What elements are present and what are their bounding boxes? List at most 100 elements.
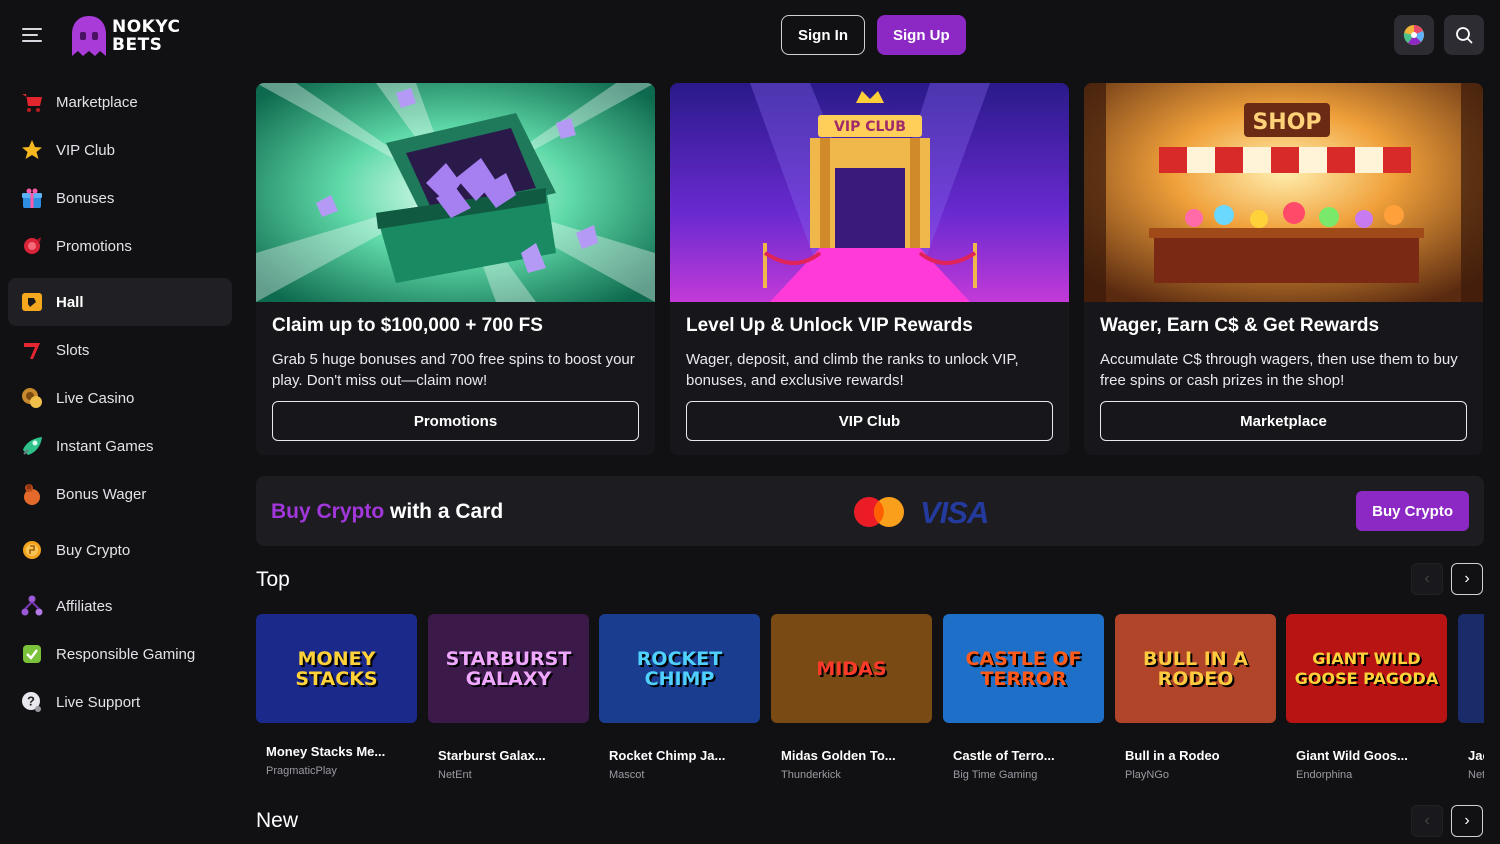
shop-image: SHOP (1084, 83, 1483, 302)
game-thumbnail: CASTLE OF TERROR (943, 614, 1104, 723)
treasure-chest-image (256, 83, 655, 302)
rocket-icon (20, 434, 44, 458)
game-card[interactable]: STARBURST GALAXY Starburst Galax... NetE… (428, 614, 589, 781)
game-thumbnail: BULL IN A RODEO (1115, 614, 1276, 723)
chevron-left-icon: ‹ (1424, 812, 1430, 829)
game-name: Jac (1468, 748, 1484, 763)
game-card[interactable]: CASTLE OF TERROR Castle of Terro... Big … (943, 614, 1104, 781)
sidebar-item-label: Hall (56, 293, 84, 311)
vip-club-image: VIP CLUB (670, 83, 1069, 302)
brand-name: NOKYC BETS (112, 18, 181, 54)
promo-title: Claim up to $100,000 + 700 FS (272, 315, 543, 336)
game-card[interactable]: BULL IN A RODEO Bull in a Rodeo PlayNGo (1115, 614, 1276, 781)
brand-line-2: BETS (112, 35, 163, 55)
top-prev-button[interactable]: ‹ (1411, 563, 1443, 595)
mastercard-icon (854, 497, 904, 527)
sidebar-item-promotions[interactable]: Promotions (8, 222, 232, 270)
svg-text:?: ? (27, 694, 35, 709)
visa-logo: VISA (920, 495, 989, 530)
top-next-button[interactable]: › (1451, 563, 1483, 595)
sidebar-item-label: Responsible Gaming (56, 645, 196, 663)
sidebar-item-label: Marketplace (56, 93, 138, 111)
crypto-coin-icon (20, 538, 44, 562)
sign-in-button[interactable]: Sign In (781, 15, 865, 55)
sidebar-item-label: Bonus Wager (56, 485, 147, 503)
game-name: Bull in a Rodeo (1125, 748, 1220, 763)
chevron-left-icon: ‹ (1424, 570, 1430, 587)
chevron-right-icon: › (1464, 570, 1470, 587)
game-name: Midas Golden To... (781, 748, 896, 763)
top-games-row: MONEY STACKS Money Stacks Me... Pragmati… (256, 614, 1484, 784)
game-provider: Mascot (609, 769, 645, 781)
sidebar-item-affiliates[interactable]: Affiliates (8, 582, 232, 630)
buy-crypto-button[interactable]: Buy Crypto (1356, 491, 1469, 531)
game-thumb-title: MIDAS (816, 657, 887, 680)
sidebar-item-live-support[interactable]: ? Live Support (8, 678, 232, 726)
sign-up-button[interactable]: Sign Up (877, 15, 966, 55)
sidebar-item-label: Promotions (56, 237, 132, 255)
game-card[interactable]: MIDAS Midas Golden To... Thunderkick (771, 614, 932, 781)
sidebar-item-responsible-gaming[interactable]: Responsible Gaming (8, 630, 232, 678)
game-card[interactable]: GIANT WILD GOOSE PAGODA Giant Wild Goos.… (1286, 614, 1447, 781)
game-provider: Net (1468, 769, 1484, 781)
support-icon: ? (20, 690, 44, 714)
sidebar-item-label: Bonuses (56, 189, 115, 207)
vip-club-button[interactable]: VIP Club (686, 401, 1053, 441)
sidebar-item-hall[interactable]: Hall (8, 278, 232, 326)
vip-club-sign: VIP CLUB (834, 119, 906, 135)
section-title-top: Top (256, 568, 290, 591)
sidebar-item-slots[interactable]: Slots (8, 326, 232, 374)
shop-sign: SHOP (1252, 110, 1321, 135)
sidebar-item-instant-games[interactable]: Instant Games (8, 422, 232, 470)
sidebar-item-label: Slots (56, 341, 90, 359)
game-thumb-title: CASTLE OF TERROR (965, 647, 1082, 690)
game-thumbnail (1458, 614, 1484, 723)
menu-toggle-icon[interactable] (18, 24, 46, 46)
wheel-button[interactable] (1394, 15, 1434, 55)
game-thumbnail: GIANT WILD GOOSE PAGODA (1286, 614, 1447, 723)
game-name: Money Stacks Me... (266, 744, 386, 759)
gift-icon (20, 186, 44, 210)
sidebar-item-bonuses[interactable]: Bonuses (8, 174, 232, 222)
ghost-logo-icon (72, 16, 106, 56)
affiliates-icon (20, 594, 44, 618)
promo-card-vip: VIP CLUB Level Up & Unlock VIP Rewards W… (670, 83, 1069, 455)
fortune-wheel-icon (1403, 25, 1424, 45)
search-button[interactable] (1444, 15, 1484, 55)
promo-title: Wager, Earn C$ & Get Rewards (1100, 315, 1380, 336)
chevron-right-icon: › (1464, 812, 1470, 829)
promo-card-marketplace: SHOP Wager, Earn C$ & Get Rewards Accumu… (1084, 83, 1483, 455)
game-thumb-title: BULL IN A RODEO (1142, 647, 1249, 690)
new-next-button[interactable]: › (1451, 805, 1483, 837)
game-thumbnail: STARBURST GALAXY (428, 614, 589, 723)
game-card[interactable]: Jac Net (1458, 614, 1484, 781)
sidebar-item-live-casino[interactable]: Live Casino (8, 374, 232, 422)
promotion-icon (20, 234, 44, 258)
marketplace-button[interactable]: Marketplace (1100, 401, 1467, 441)
brand-line-1: NOKYC (112, 17, 181, 37)
section-title-new: New (256, 809, 299, 832)
game-thumb-title: ROCKET CHIMP (636, 647, 723, 690)
sidebar-item-marketplace[interactable]: Marketplace (8, 78, 232, 126)
game-name: Rocket Chimp Ja... (609, 748, 726, 763)
new-prev-button[interactable]: ‹ (1411, 805, 1443, 837)
game-thumb-title: STARBURST GALAXY (445, 647, 572, 690)
promo-description: Accumulate C$ through wagers, then use t… (1100, 351, 1458, 389)
promotions-button[interactable]: Promotions (272, 401, 639, 441)
game-provider: Endorphina (1296, 769, 1353, 781)
logo[interactable]: NOKYC BETS (70, 14, 181, 58)
buy-crypto-highlight: Buy Crypto (271, 500, 385, 523)
game-card[interactable]: MONEY STACKS Money Stacks Me... Pragmati… (256, 614, 417, 777)
sidebar-item-buy-crypto[interactable]: Buy Crypto (8, 526, 232, 574)
game-card[interactable]: ROCKET CHIMP Rocket Chimp Ja... Mascot (599, 614, 760, 781)
search-icon (1456, 27, 1473, 44)
game-provider: NetEnt (438, 769, 472, 781)
sidebar-item-vip-club[interactable]: VIP Club (8, 126, 232, 174)
sidebar: Marketplace VIP Club Bonuses Promotions (8, 78, 232, 726)
game-name: Giant Wild Goos... (1296, 748, 1408, 763)
sidebar-item-label: Instant Games (56, 437, 154, 455)
coins-icon (20, 482, 44, 506)
game-provider: PlayNGo (1125, 769, 1170, 781)
game-thumbnail: MIDAS (771, 614, 932, 723)
sidebar-item-bonus-wager[interactable]: Bonus Wager (8, 470, 232, 518)
